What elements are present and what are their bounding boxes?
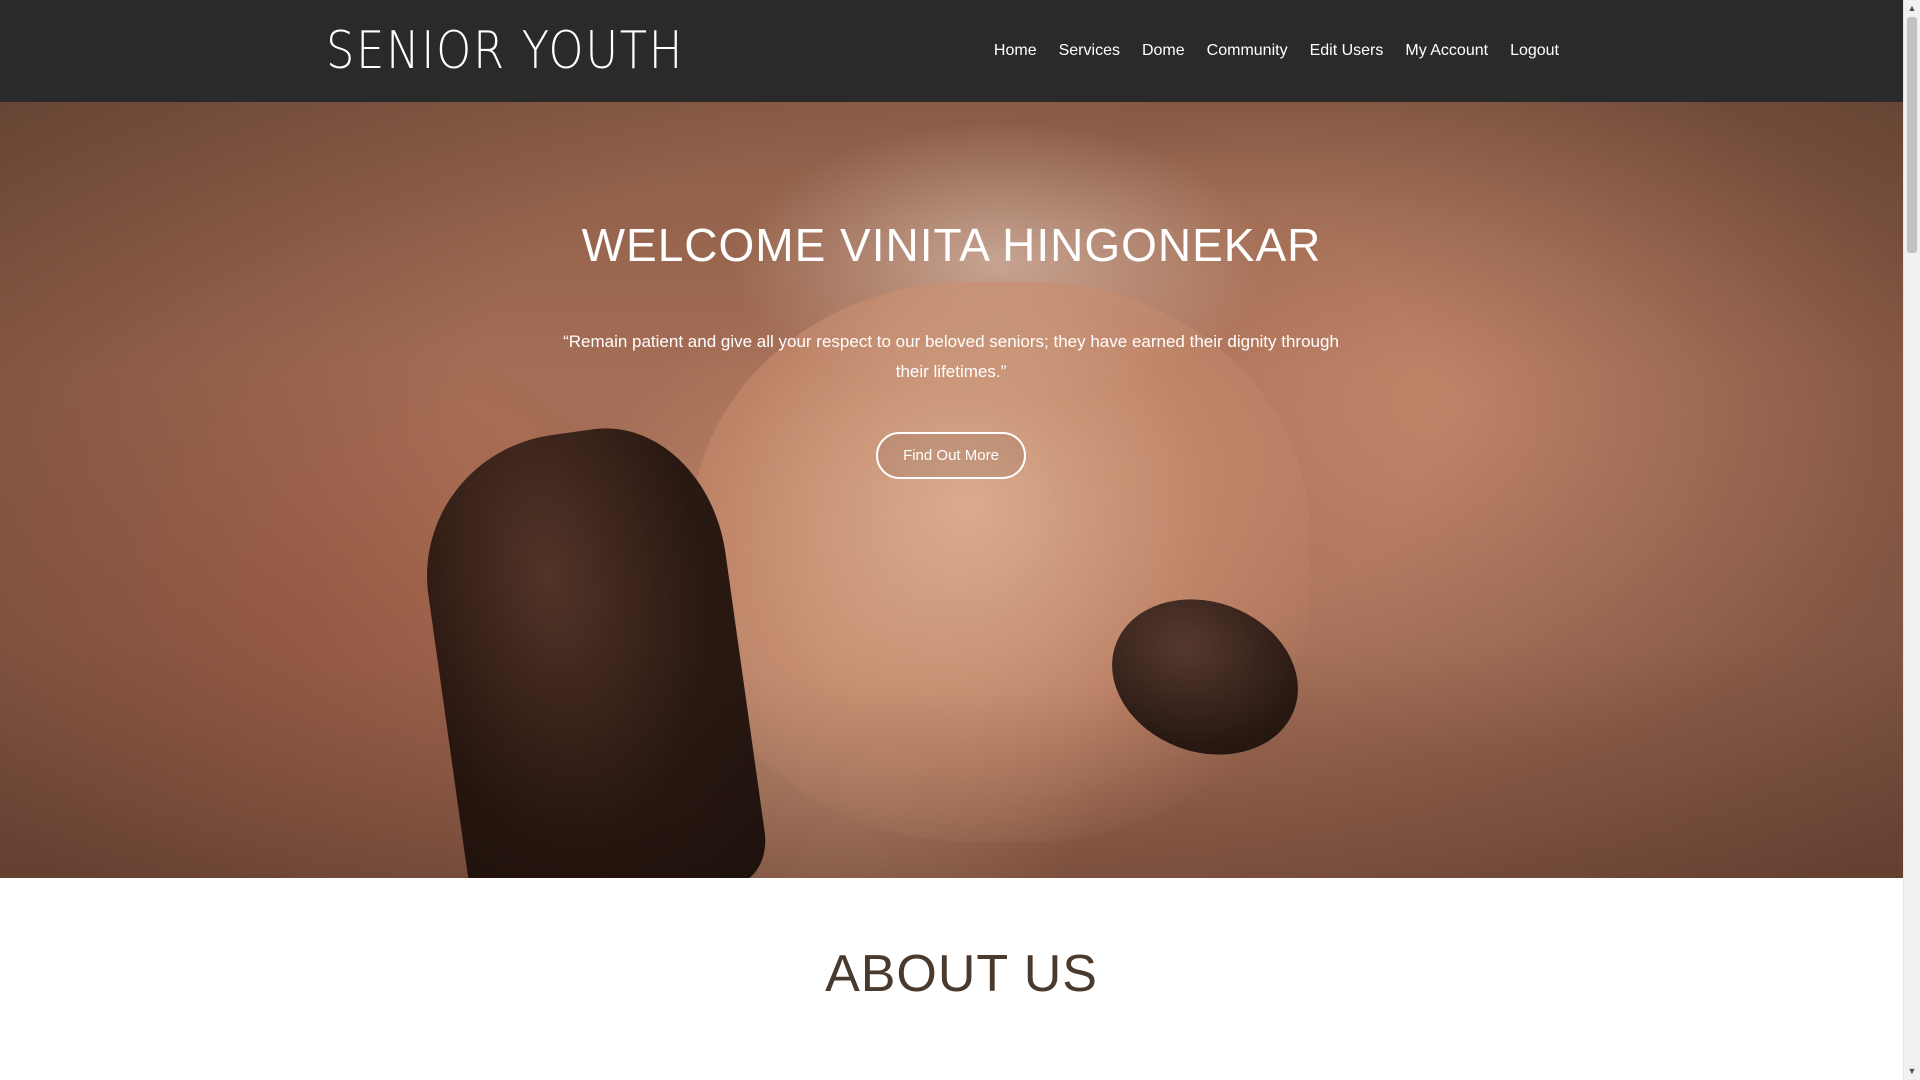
- scroll-down-arrow-icon[interactable]: ▼: [1904, 1063, 1920, 1080]
- page: SENIOR YOUTH Home Services Dome Communit…: [0, 0, 1903, 1080]
- vertical-scrollbar[interactable]: ▲ ▼: [1903, 0, 1920, 1080]
- top-navbar: SENIOR YOUTH Home Services Dome Communit…: [0, 0, 1903, 102]
- nav-link-logout[interactable]: Logout: [1510, 38, 1559, 64]
- about-section: ABOUT US: [0, 878, 1903, 1080]
- nav-link-community[interactable]: Community: [1207, 38, 1288, 64]
- scroll-up-arrow-icon[interactable]: ▲: [1904, 0, 1920, 17]
- find-out-more-button[interactable]: Find Out More: [876, 432, 1026, 479]
- nav-link-services[interactable]: Services: [1059, 38, 1120, 64]
- nav-link-dome[interactable]: Dome: [1142, 38, 1185, 64]
- about-title: ABOUT US: [825, 945, 1098, 1003]
- nav-link-home[interactable]: Home: [994, 38, 1037, 64]
- scroll-thumb[interactable]: [1907, 17, 1917, 253]
- main-nav: Home Services Dome Community Edit Users …: [994, 38, 1559, 64]
- nav-link-edit-users[interactable]: Edit Users: [1310, 38, 1384, 64]
- hero-section: WELCOME VINITA HINGONEKAR “Remain patien…: [0, 102, 1903, 878]
- nav-link-my-account[interactable]: My Account: [1405, 38, 1488, 64]
- site-logo[interactable]: SENIOR YOUTH: [326, 22, 684, 80]
- hero-title: WELCOME VINITA HINGONEKAR: [581, 219, 1322, 271]
- hero-quote: “Remain patient and give all your respec…: [563, 332, 1339, 381]
